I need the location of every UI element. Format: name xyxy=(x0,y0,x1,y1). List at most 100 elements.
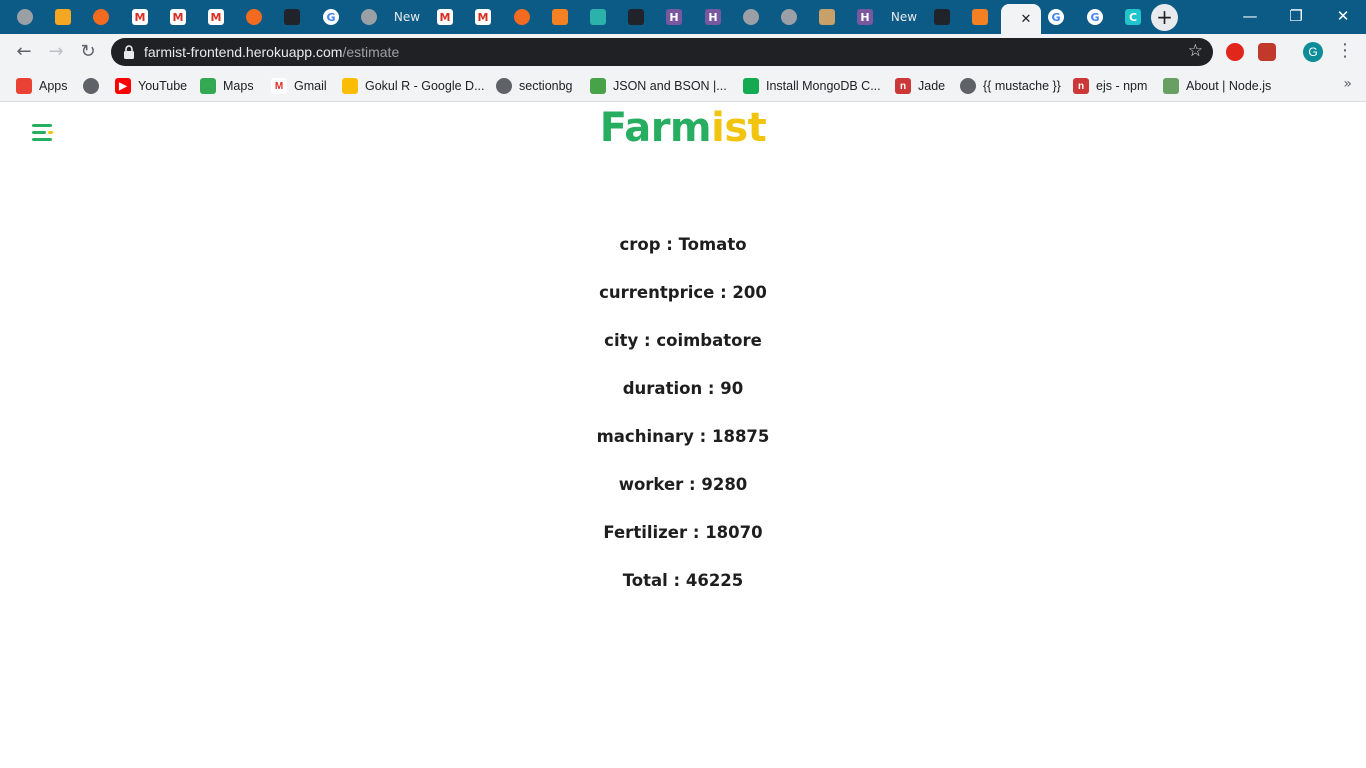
bookmark-item[interactable]: Gokul R - Google D... xyxy=(342,75,485,97)
heroku-icon: H xyxy=(666,9,682,25)
browser-tab[interactable]: New xyxy=(887,3,921,31)
bookmark-item[interactable] xyxy=(83,75,106,97)
tab-title: New xyxy=(890,10,918,24)
bookmark-item[interactable]: n ejs - npm xyxy=(1073,75,1147,97)
browser-tab[interactable] xyxy=(352,3,386,31)
bookmark-item[interactable]: M Gmail xyxy=(271,75,327,97)
browser-tab[interactable] xyxy=(46,3,80,31)
reload-icon[interactable]: ↻ xyxy=(76,40,100,64)
browser-tab[interactable]: M xyxy=(123,3,157,31)
bookmark-item[interactable]: Apps xyxy=(16,75,68,97)
stackoverflow-icon xyxy=(972,9,988,25)
red-extension-icon[interactable] xyxy=(1258,43,1276,61)
browser-tab[interactable]: C xyxy=(1116,3,1150,31)
browser-tab[interactable]: H xyxy=(848,3,882,31)
browser-tab[interactable] xyxy=(84,3,118,31)
bookmark-item[interactable]: n Jade xyxy=(895,75,945,97)
nodejs-icon xyxy=(1163,78,1179,94)
new-tab-button[interactable]: + xyxy=(1151,4,1178,31)
brand-farm: Farm xyxy=(599,105,712,151)
gmail-icon: M xyxy=(170,9,186,25)
browser-toolbar: ← → ↻ farmist-frontend.herokuapp.com/est… xyxy=(0,34,1366,70)
estimate-row: crop : Tomato xyxy=(619,235,747,254)
farmist-logo[interactable]: Farmist xyxy=(0,105,1366,151)
estimate-row: duration : 90 xyxy=(622,379,744,398)
browser-tab[interactable]: ✕ xyxy=(1001,4,1041,34)
orange-sun-icon xyxy=(514,9,530,25)
browser-tab[interactable]: M xyxy=(428,3,462,31)
back-arrow-icon[interactable]: ← xyxy=(12,40,36,64)
browser-tab[interactable]: M xyxy=(466,3,500,31)
browser-tab[interactable] xyxy=(772,3,806,31)
bookmark-label: ejs - npm xyxy=(1096,79,1148,93)
bookmark-label: About | Node.js xyxy=(1186,79,1272,93)
globe-icon xyxy=(743,9,759,25)
browser-tab[interactable] xyxy=(734,3,768,31)
globe-icon xyxy=(781,9,797,25)
browser-tab[interactable] xyxy=(8,3,42,31)
browser-tab[interactable] xyxy=(963,3,997,31)
react-icon xyxy=(934,9,950,25)
bookmark-item[interactable]: Install MongoDB C... xyxy=(743,75,881,97)
orange-sun-icon xyxy=(93,9,109,25)
minimize-button[interactable]: — xyxy=(1227,5,1273,27)
google-drive-icon xyxy=(342,78,358,94)
forward-arrow-icon[interactable]: → xyxy=(44,40,68,64)
bookmark-label: {{ mustache }} xyxy=(983,79,1061,93)
bookmark-item[interactable]: ▶ YouTube xyxy=(115,75,187,97)
browser-tab[interactable] xyxy=(581,3,615,31)
browser-tab[interactable] xyxy=(810,3,844,31)
close-window-button[interactable]: ✕ xyxy=(1320,5,1366,27)
more-bookmarks-icon[interactable]: » xyxy=(1343,76,1352,92)
globe-icon xyxy=(960,78,976,94)
restore-button[interactable]: ❐ xyxy=(1273,5,1319,27)
bookmark-item[interactable]: About | Node.js xyxy=(1163,75,1271,97)
globe-icon xyxy=(17,9,33,25)
tab-title: New xyxy=(393,10,421,24)
browser-tab[interactable]: New xyxy=(390,3,424,31)
bookmark-item[interactable]: JSON and BSON |... xyxy=(590,75,727,97)
browser-tab[interactable] xyxy=(619,3,653,31)
bookmark-item[interactable]: {{ mustache }} xyxy=(960,75,1061,97)
profile-avatar[interactable]: G xyxy=(1303,42,1323,62)
stackoverflow-icon xyxy=(552,9,568,25)
opera-extension-icon[interactable] xyxy=(1226,43,1244,61)
close-tab-icon[interactable]: ✕ xyxy=(1021,12,1032,27)
browser-tab[interactable] xyxy=(505,3,539,31)
bookmark-item[interactable]: Maps xyxy=(200,75,254,97)
brand-ist: ist xyxy=(711,105,767,151)
orange-sun-icon xyxy=(246,9,262,25)
estimate-row: machinary : 18875 xyxy=(596,427,770,446)
browser-tab[interactable] xyxy=(275,3,309,31)
chrome-menu-icon[interactable]: ⋮ xyxy=(1336,40,1354,61)
bookmark-star-icon[interactable]: ☆ xyxy=(1188,41,1203,61)
maps-icon xyxy=(200,78,216,94)
browser-tab[interactable] xyxy=(543,3,577,31)
gmail-icon: M xyxy=(132,9,148,25)
bookmark-label: Maps xyxy=(223,79,254,93)
heroku-icon: H xyxy=(705,9,721,25)
mongodb-leaf-icon xyxy=(590,78,606,94)
browser-tab[interactable] xyxy=(237,3,271,31)
browser-tab[interactable]: H xyxy=(657,3,691,31)
url-text[interactable]: farmist-frontend.herokuapp.com/estimate xyxy=(144,38,399,66)
gmail-icon: M xyxy=(475,9,491,25)
browser-tab[interactable]: M xyxy=(199,3,233,31)
browser-tab[interactable]: M xyxy=(161,3,195,31)
heroku-icon: H xyxy=(857,9,873,25)
browser-tab[interactable]: G xyxy=(314,3,348,31)
address-bar[interactable]: farmist-frontend.herokuapp.com/estimate … xyxy=(111,38,1213,66)
bookmark-label: Gokul R - Google D... xyxy=(365,79,485,93)
npm-icon: n xyxy=(895,78,911,94)
globe-icon xyxy=(361,9,377,25)
monkey-icon xyxy=(819,9,835,25)
page-content: Farmist crop : Tomato currentprice : 200 c… xyxy=(0,103,1366,768)
estimate-list: crop : Tomato currentprice : 200 city : co… xyxy=(0,235,1366,619)
gmail-icon: M xyxy=(208,9,224,25)
browser-tab[interactable]: G xyxy=(1078,3,1112,31)
browser-tab[interactable]: G xyxy=(1039,3,1073,31)
browser-tab[interactable]: H xyxy=(696,3,730,31)
bookmark-item[interactable]: sectionbg xyxy=(496,75,573,97)
browser-tab[interactable] xyxy=(925,3,959,31)
youtube-icon: ▶ xyxy=(115,78,131,94)
